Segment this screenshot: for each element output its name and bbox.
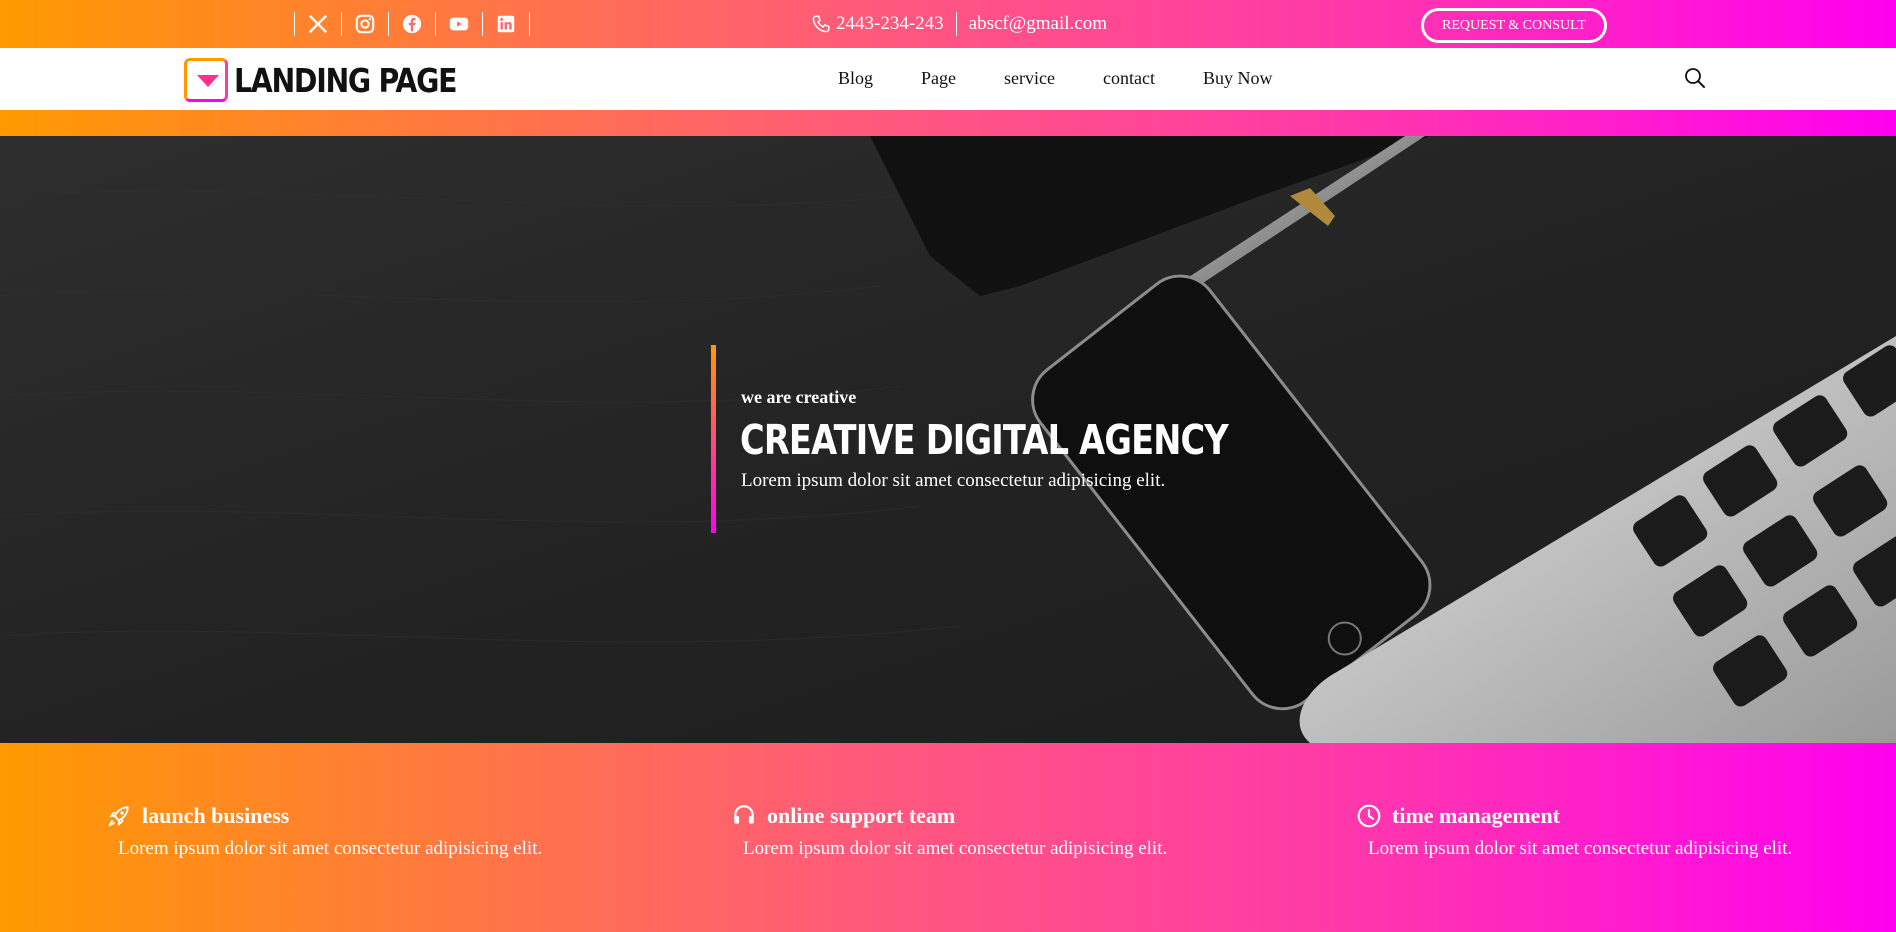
request-consult-button[interactable]: REQUEST & CONSULT [1421,8,1607,43]
logo-text: LANDING PAGE [234,60,457,100]
feature-heading: time management [1356,803,1798,829]
feature-title: time management [1392,803,1561,828]
search-icon[interactable] [1683,66,1707,90]
nav-service[interactable]: service [1004,68,1055,89]
x-icon[interactable] [305,11,331,37]
feature-online-support: online support team Lorem ipsum dolor si… [731,803,1173,860]
caret-down-icon [197,75,219,87]
feature-time-management: time management Lorem ipsum dolor sit am… [1356,803,1798,860]
hero-accent-bar [711,345,716,533]
social-links [284,10,540,38]
divider [482,12,483,36]
nav-blog[interactable]: Blog [838,68,873,89]
feature-text: Lorem ipsum dolor sit amet consectetur a… [743,838,1168,859]
divider [294,12,295,36]
rocket-icon [106,803,132,829]
main-nav: Blog Page service contact Buy Now [838,68,1320,89]
feature-heading: launch business [106,803,548,829]
contact-info: 2443-234-243 abscf@gmail.com [810,10,1107,38]
email-address[interactable]: abscf@gmail.com [969,13,1107,35]
phone-icon [810,13,836,35]
phone-number[interactable]: 2443-234-243 [836,13,944,35]
headset-icon [731,803,757,829]
feature-title: launch business [142,803,290,828]
facebook-icon[interactable] [399,11,425,37]
nav-contact[interactable]: contact [1103,68,1155,89]
divider [388,12,389,36]
linkedin-icon[interactable] [493,11,519,37]
logo-mark [184,58,228,102]
youtube-icon[interactable] [446,11,472,37]
feature-launch-business: launch business Lorem ipsum dolor sit am… [106,803,548,860]
feature-text: Lorem ipsum dolor sit amet consectetur a… [118,838,543,859]
feature-text: Lorem ipsum dolor sit amet consectetur a… [1368,838,1793,859]
nav-buy-now[interactable]: Buy Now [1203,68,1273,89]
divider [529,12,530,36]
logo[interactable]: LANDING PAGE [184,58,492,102]
divider [955,12,957,36]
instagram-icon[interactable] [352,11,378,37]
feature-heading: online support team [731,803,1173,829]
hero-kicker: we are creative [741,387,857,407]
divider [341,12,342,36]
clock-icon [1356,803,1382,829]
hero-section: we are creative CREATIVE DIGITAL AGENCY … [0,136,1896,743]
nav-page[interactable]: Page [921,68,956,89]
feature-title: online support team [767,803,956,828]
divider [435,12,436,36]
gradient-strip [0,110,1896,136]
top-bar: 2443-234-243 abscf@gmail.com REQUEST & C… [0,0,1896,48]
hero-title: CREATIVE DIGITAL AGENCY [740,416,1229,464]
header: LANDING PAGE Blog Page service contact B… [0,48,1896,110]
features-section: launch business Lorem ipsum dolor sit am… [0,743,1896,932]
hero-subtitle: Lorem ipsum dolor sit amet consectetur a… [741,470,1166,491]
